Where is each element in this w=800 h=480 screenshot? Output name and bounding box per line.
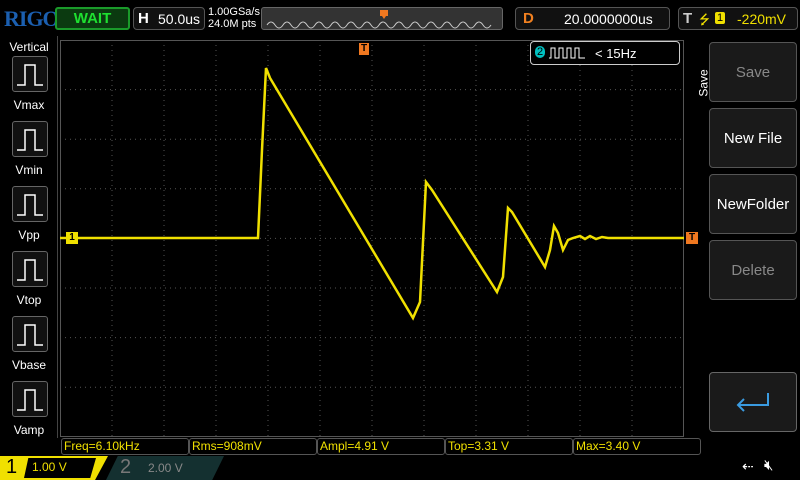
save-button[interactable]: Save [709, 42, 797, 102]
trigger-level-marker[interactable]: T [686, 232, 698, 244]
usb-icon: ⇠ [742, 458, 754, 474]
sample-rate: 1.00GSa/s [208, 6, 260, 18]
measure-vpp-button[interactable] [12, 186, 48, 222]
delete-button[interactable]: Delete [709, 240, 797, 300]
enter-return-icon [736, 393, 769, 412]
square-wave-icon [549, 47, 585, 59]
measurement-value: Max=3.40 V [573, 438, 701, 455]
measurement-value: Freq=6.10kHz [61, 438, 189, 455]
measure-vbase-button[interactable] [12, 316, 48, 352]
frequency-counter: 2 < 15Hz [530, 41, 680, 65]
newfolder-button[interactable]: NewFolder [709, 174, 797, 234]
delay-box[interactable]: D 20.0000000us [515, 7, 670, 30]
sound-muted-icon[interactable]: 🔇︎ [764, 457, 773, 474]
memory-depth: 24.0M pts [208, 18, 257, 30]
pulse-icon [17, 324, 43, 346]
measure-label: Vamp [13, 423, 45, 437]
pulse-icon [17, 389, 43, 411]
trigger-level: -220mV [737, 11, 787, 27]
waveform-grid[interactable] [59, 39, 685, 438]
measure-label: Vpp [18, 228, 40, 242]
measurement-value: Ampl=4.91 V [317, 438, 445, 455]
d-label: D [523, 10, 534, 27]
memory-overview[interactable] [261, 7, 503, 30]
ch2-number: 2 [120, 456, 132, 478]
t-label: T [683, 10, 693, 27]
measurement-value: Rms=908mV [189, 438, 317, 455]
ch1-offset-marker[interactable]: 1 [66, 232, 78, 244]
new-file-button[interactable]: New File [709, 108, 797, 168]
run-status-badge[interactable]: WAIT [55, 7, 130, 30]
enter-button[interactable] [709, 372, 797, 432]
counter-channel: 2 [535, 46, 546, 58]
measure-vmax-button[interactable] [12, 56, 48, 92]
measure-label: Vtop [16, 293, 42, 307]
measure-vamp-button[interactable] [12, 381, 48, 417]
channel-bar: 1 1.00 V 2 2.00 V ⇠ 🔇︎ [0, 456, 800, 480]
measure-label: Vbase [11, 358, 47, 372]
falling-edge-icon: ⭍ [699, 12, 710, 27]
pulse-icon [17, 259, 43, 281]
ch2-scale: 2.00 V [148, 461, 183, 475]
acquisition-info: 1.00GSa/s 24.0M pts [208, 6, 260, 30]
counter-value: < 15Hz [595, 46, 637, 61]
ch1-number: 1 [6, 456, 18, 478]
measure-label: Vmin [15, 163, 43, 177]
pulse-icon [17, 194, 43, 216]
timebase-value: 50.0us [158, 11, 201, 27]
measure-label: Vmax [13, 98, 45, 112]
ch1-scale: 1.00 V [32, 460, 67, 474]
delay-value: 20.0000000us [564, 11, 653, 27]
measurement-value: Top=3.31 V [445, 438, 573, 455]
measure-vmin-button[interactable] [12, 121, 48, 157]
trigger-position-marker[interactable]: T [359, 43, 369, 55]
sidebar-title: Vertical [9, 40, 49, 54]
pulse-icon [17, 64, 43, 86]
trigger-channel: 1 [715, 12, 726, 24]
measure-vtop-button[interactable] [12, 251, 48, 287]
pulse-icon [17, 129, 43, 151]
ch1-tab[interactable]: 1 1.00 V [0, 456, 108, 480]
memory-waveform-icon [266, 10, 492, 29]
trigger-box[interactable]: T ⭍ 1 -220mV [678, 7, 798, 30]
h-label: H [138, 10, 149, 27]
ch2-tab[interactable]: 2 2.00 V [106, 456, 224, 480]
timebase-box[interactable]: H 50.0us [133, 7, 205, 30]
